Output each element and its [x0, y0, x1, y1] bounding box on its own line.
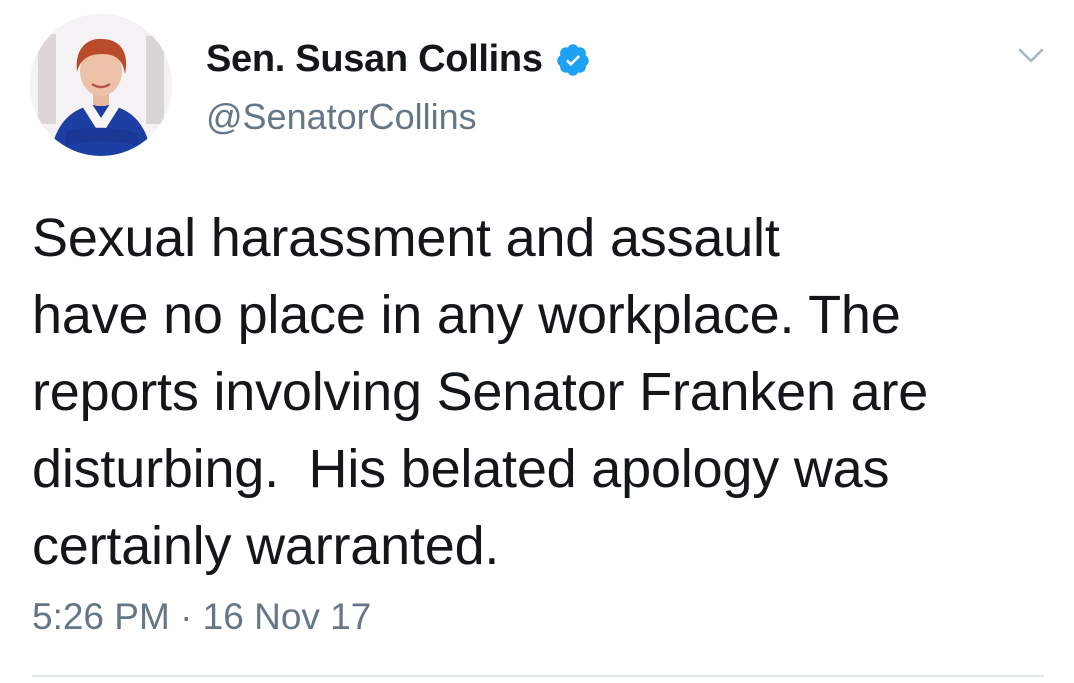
verified-badge-icon: [555, 42, 591, 78]
profile-photo-icon: [30, 14, 172, 156]
tweet-card: Sen. Susan Collins @SenatorCollins Sexua…: [0, 0, 1074, 683]
author-handle[interactable]: @SenatorCollins: [206, 96, 477, 138]
author-name-row[interactable]: Sen. Susan Collins: [206, 38, 591, 81]
tweet-text: Sexual harassment and assault have no pl…: [32, 208, 929, 576]
chevron-down-icon[interactable]: [1016, 40, 1046, 70]
tweet-timestamp[interactable]: 5:26 PM · 16 Nov 17: [32, 596, 371, 638]
avatar[interactable]: [30, 14, 172, 156]
author-display-name[interactable]: Sen. Susan Collins: [206, 38, 543, 81]
divider: [32, 675, 1044, 677]
